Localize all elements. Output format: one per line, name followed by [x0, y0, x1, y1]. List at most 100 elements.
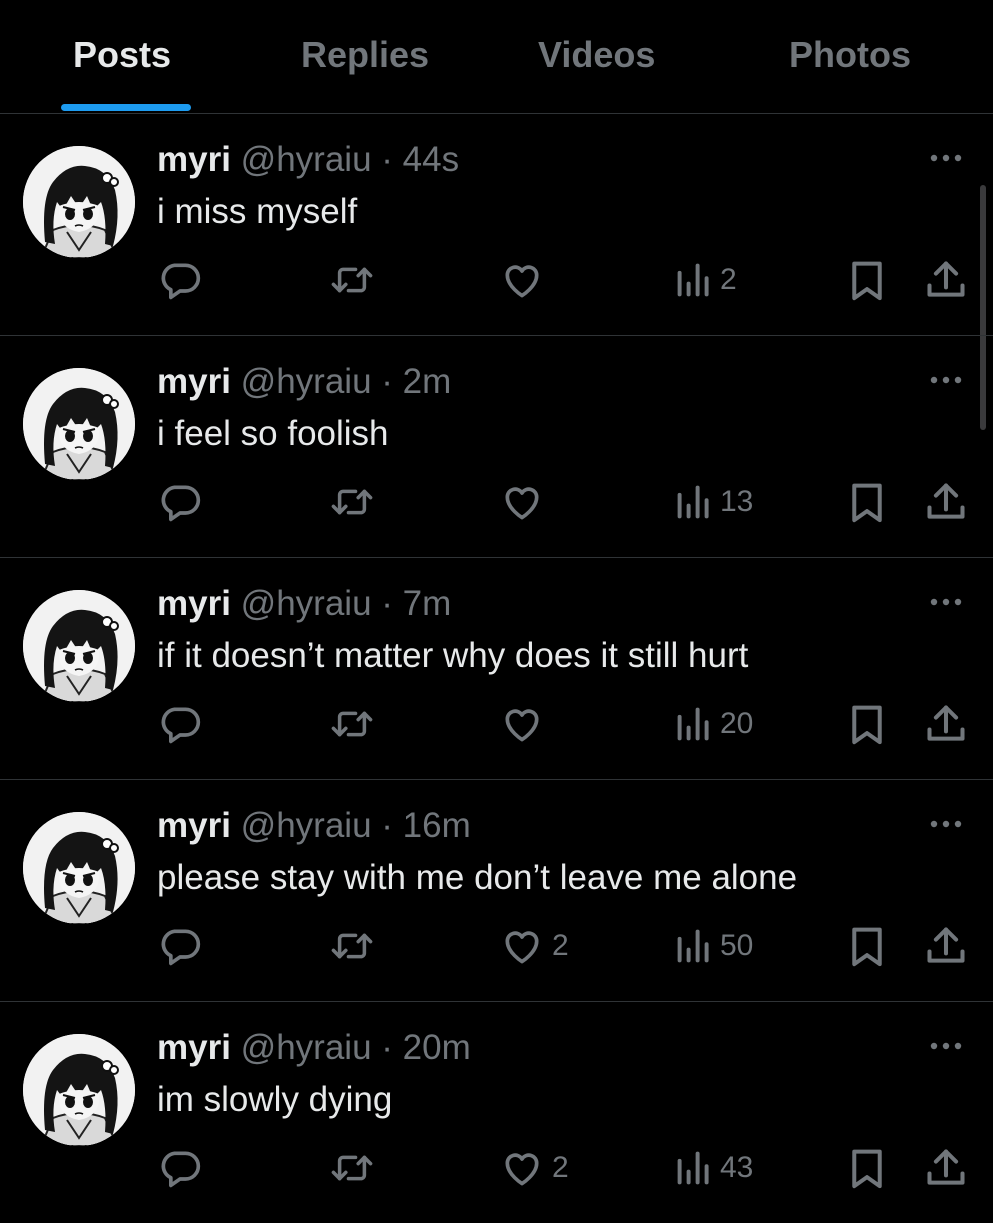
bookmark-button[interactable]: [847, 702, 887, 746]
display-name[interactable]: myri: [157, 362, 231, 401]
post[interactable]: myri @hyraiu · 20m im slowly dying 2 43: [0, 1002, 993, 1223]
avatar[interactable]: [23, 146, 135, 258]
bookmark-icon: [847, 924, 887, 968]
share-icon: [924, 1146, 968, 1190]
views-button[interactable]: 20: [676, 702, 753, 746]
reply-icon: [158, 258, 202, 302]
like-button[interactable]: [500, 702, 552, 746]
tab-photos[interactable]: Photos: [789, 34, 911, 76]
views-button[interactable]: 13: [676, 480, 753, 524]
reply-button[interactable]: [158, 258, 202, 302]
user-handle[interactable]: @hyraiu: [241, 1028, 372, 1067]
post-actions: 2 43: [0, 1146, 993, 1190]
separator-dot: ·: [381, 806, 393, 845]
display-name[interactable]: myri: [157, 140, 231, 179]
post-text: i feel so foolish: [157, 414, 389, 453]
post[interactable]: myri @hyraiu · 16m please stay with me d…: [0, 780, 993, 1002]
post-header: myri @hyraiu · 20m: [157, 1028, 471, 1068]
heart-icon: [500, 1146, 544, 1190]
retweet-button[interactable]: [329, 702, 375, 746]
retweet-button[interactable]: [329, 924, 375, 968]
share-button[interactable]: [924, 480, 968, 524]
like-button[interactable]: [500, 480, 552, 524]
display-name[interactable]: myri: [157, 806, 231, 845]
user-handle[interactable]: @hyraiu: [241, 140, 372, 179]
like-button[interactable]: 2: [500, 1146, 569, 1190]
view-count: 50: [720, 929, 754, 962]
view-count: 13: [720, 485, 754, 518]
post-actions: 2: [0, 258, 993, 302]
avatar[interactable]: [23, 590, 135, 702]
post-timestamp[interactable]: 44s: [403, 140, 459, 179]
bookmark-button[interactable]: [847, 1146, 887, 1190]
bookmark-button[interactable]: [847, 924, 887, 968]
posts-feed: myri @hyraiu · 44s i miss myself 2 myri …: [0, 114, 993, 1223]
tab-replies[interactable]: Replies: [301, 34, 429, 76]
tab-posts[interactable]: Posts: [73, 34, 171, 76]
heart-icon: [500, 924, 544, 968]
reply-button[interactable]: [158, 480, 202, 524]
post-timestamp[interactable]: 20m: [403, 1028, 471, 1067]
views-button[interactable]: 43: [676, 1146, 753, 1190]
bookmark-icon: [847, 702, 887, 746]
reply-button[interactable]: [158, 924, 202, 968]
more-dots-icon[interactable]: [926, 370, 966, 390]
display-name[interactable]: myri: [157, 584, 231, 623]
post[interactable]: myri @hyraiu · 7m if it doesn’t matter w…: [0, 558, 993, 780]
view-count: 20: [720, 707, 754, 740]
share-button[interactable]: [924, 702, 968, 746]
share-icon: [924, 258, 968, 302]
user-handle[interactable]: @hyraiu: [241, 362, 372, 401]
post[interactable]: myri @hyraiu · 44s i miss myself 2: [0, 114, 993, 336]
views-chart-icon: [676, 1146, 712, 1190]
more-dots-icon[interactable]: [926, 148, 966, 168]
retweet-icon: [329, 924, 375, 968]
separator-dot: ·: [381, 584, 393, 623]
reply-button[interactable]: [158, 702, 202, 746]
retweet-button[interactable]: [329, 1146, 375, 1190]
more-dots-icon[interactable]: [926, 1036, 966, 1056]
retweet-button[interactable]: [329, 258, 375, 302]
bookmark-icon: [847, 258, 887, 302]
views-chart-icon: [676, 258, 712, 302]
post-header: myri @hyraiu · 2m: [157, 362, 451, 402]
display-name[interactable]: myri: [157, 1028, 231, 1067]
post-text: i miss myself: [157, 192, 358, 231]
views-button[interactable]: 2: [676, 258, 737, 302]
view-count: 2: [720, 263, 737, 296]
tab-videos[interactable]: Videos: [538, 34, 655, 76]
retweet-icon: [329, 480, 375, 524]
post-actions: 13: [0, 480, 993, 524]
like-button[interactable]: [500, 258, 552, 302]
share-button[interactable]: [924, 924, 968, 968]
views-button[interactable]: 50: [676, 924, 753, 968]
avatar[interactable]: [23, 1034, 135, 1146]
share-button[interactable]: [924, 1146, 968, 1190]
user-handle[interactable]: @hyraiu: [241, 584, 372, 623]
post-timestamp[interactable]: 7m: [403, 584, 452, 623]
avatar[interactable]: [23, 812, 135, 924]
like-count: 2: [552, 929, 569, 962]
bookmark-button[interactable]: [847, 258, 887, 302]
post-text: if it doesn’t matter why does it still h…: [157, 636, 749, 675]
bookmark-icon: [847, 480, 887, 524]
post-text: please stay with me don’t leave me alone: [157, 858, 798, 897]
retweet-icon: [329, 258, 375, 302]
post-timestamp[interactable]: 16m: [403, 806, 471, 845]
reply-button[interactable]: [158, 1146, 202, 1190]
like-button[interactable]: 2: [500, 924, 569, 968]
post-header: myri @hyraiu · 44s: [157, 140, 459, 180]
views-chart-icon: [676, 924, 712, 968]
more-dots-icon[interactable]: [926, 814, 966, 834]
retweet-button[interactable]: [329, 480, 375, 524]
post[interactable]: myri @hyraiu · 2m i feel so foolish 13: [0, 336, 993, 558]
bookmark-button[interactable]: [847, 480, 887, 524]
reply-icon: [158, 480, 202, 524]
share-button[interactable]: [924, 258, 968, 302]
post-timestamp[interactable]: 2m: [403, 362, 452, 401]
separator-dot: ·: [381, 140, 393, 179]
heart-icon: [500, 702, 544, 746]
avatar[interactable]: [23, 368, 135, 480]
user-handle[interactable]: @hyraiu: [241, 806, 372, 845]
more-dots-icon[interactable]: [926, 592, 966, 612]
